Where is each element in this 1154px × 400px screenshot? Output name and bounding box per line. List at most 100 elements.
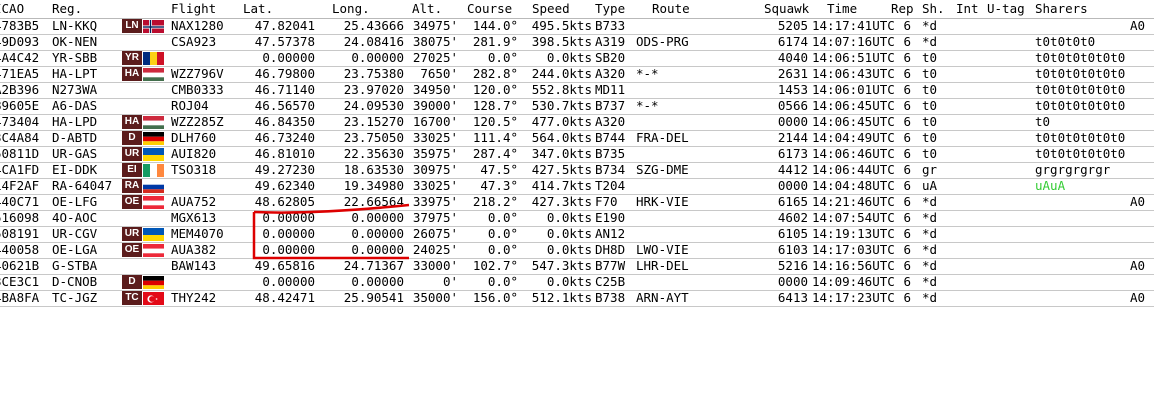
- cell-rep: 6: [903, 82, 911, 97]
- table-row[interactable]: 3CE3C1D-CNOB0.000000.000000'0.0°0.0ktsC2…: [0, 274, 1154, 291]
- table-row[interactable]: 49D093OK-NENCSA92347.5737824.0841638075'…: [0, 34, 1154, 51]
- cell-squawk: 0000: [777, 178, 808, 193]
- cell-reg: HA-LPT: [52, 66, 98, 81]
- cell-reg: D-ABTD: [52, 130, 98, 145]
- cell-course: 282.8°: [472, 66, 518, 81]
- cell-alt: 38075': [412, 34, 458, 49]
- cell-lat: 48.62805: [254, 194, 315, 209]
- cell-type: AN12: [595, 226, 626, 241]
- column-header-course[interactable]: Course: [467, 2, 512, 16]
- column-header-squawk[interactable]: Squawk: [764, 2, 809, 16]
- table-row[interactable]: 473404HA-LPDWZZ285Z46.8435023.1527016700…: [0, 114, 1154, 131]
- table-row[interactable]: 50811DUR-GASAUI82046.8101022.3563035975'…: [0, 146, 1154, 163]
- cell-type: A320: [595, 114, 626, 129]
- table-row[interactable]: 4A4C42YR-SBB0.000000.0000027025'0.0°0.0k…: [0, 50, 1154, 67]
- column-header-time[interactable]: Time: [827, 2, 857, 16]
- table-row[interactable]: 508191UR-CGVMEM40700.000000.0000026075'0…: [0, 226, 1154, 243]
- table-header: ICAO Reg. Flight Lat. Long. Alt. Course Speed Ty…: [0, 0, 1154, 19]
- country-code-badge: OE: [122, 195, 142, 209]
- cell-flight: DLH760: [171, 130, 217, 145]
- cell-type: B744: [595, 130, 626, 145]
- cell-reg: YR-SBB: [52, 50, 98, 65]
- table-row[interactable]: A2B396N273WACMB033346.7114023.9702034950…: [0, 82, 1154, 99]
- column-header-sharers[interactable]: Sharers: [1035, 2, 1088, 16]
- table-row[interactable]: 3C4A84D-ABTDDLH76046.7324023.7505033025'…: [0, 130, 1154, 147]
- cell-route: *-*: [636, 66, 659, 81]
- column-header-alt[interactable]: Alt.: [412, 2, 442, 16]
- hungary-flag-icon: [143, 115, 164, 129]
- cell-reg: UR-CGV: [52, 226, 98, 241]
- cell-time: 14:07:54UTC: [812, 210, 895, 225]
- table-row[interactable]: 4CA1FDEI-DDKTSO31849.2723018.6353030975'…: [0, 162, 1154, 179]
- cell-lon: 25.90541: [343, 290, 404, 305]
- column-header-speed[interactable]: Speed: [532, 2, 570, 16]
- cell-lat: 47.57378: [254, 34, 315, 49]
- cell-lat: 46.84350: [254, 114, 315, 129]
- cell-alt: 34975': [412, 18, 458, 33]
- table-row[interactable]: 4BA8FATC-JGZTHY24248.4247125.9054135000'…: [0, 290, 1154, 307]
- column-header-utag[interactable]: U-tag: [987, 2, 1025, 16]
- austria-flag-icon: [143, 243, 164, 257]
- table-row[interactable]: 440058OE-LGAAUA3820.000000.0000024025'0.…: [0, 242, 1154, 259]
- cell-squawk: 0566: [777, 98, 808, 113]
- cell-time: 14:17:03UTC: [812, 242, 895, 257]
- column-header-lon[interactable]: Long.: [332, 2, 370, 16]
- cell-course: 111.4°: [472, 130, 518, 145]
- table-row[interactable]: 14F2AFRA-6404749.6234019.3498033025'47.3…: [0, 178, 1154, 195]
- table-row[interactable]: 40621BG-STBABAW14349.6581624.7136733000'…: [0, 258, 1154, 275]
- cell-sh: *d: [922, 290, 938, 305]
- cell-course: 120.5°: [472, 114, 518, 129]
- cell-alt: 26075': [412, 226, 458, 241]
- cell-flight: THY242: [171, 290, 217, 305]
- cell-time: 14:17:41UTC: [812, 18, 895, 33]
- cell-reg: EI-DDK: [52, 162, 98, 177]
- cell-rep: 6: [903, 274, 911, 289]
- cell-lon: 19.34980: [343, 178, 404, 193]
- cell-course: 281.9°: [472, 34, 518, 49]
- cell-reg: HA-LPD: [52, 114, 98, 129]
- turkey-flag-icon: [143, 291, 164, 305]
- cell-type: B738: [595, 290, 626, 305]
- cell-sharers: t0t0t0t0t0t0: [1035, 98, 1126, 113]
- country-code-badge: D: [122, 131, 142, 145]
- column-header-sh[interactable]: Sh.: [922, 2, 945, 16]
- cell-route: LHR-DEL: [636, 258, 689, 273]
- cell-type: SB20: [595, 50, 626, 65]
- cell-flight: AUI820: [171, 146, 217, 161]
- cell-lat: 46.56570: [254, 98, 315, 113]
- table-row[interactable]: 440C71OE-LFGAUA75248.6280522.6656433975'…: [0, 194, 1154, 211]
- column-header-int[interactable]: Int: [956, 2, 979, 16]
- cell-rep: 6: [903, 50, 911, 65]
- cell-extra: A0: [1130, 290, 1146, 305]
- cell-course: 0.0°: [487, 242, 518, 257]
- column-header-lat[interactable]: Lat.: [243, 2, 273, 16]
- column-header-flight[interactable]: Flight: [171, 2, 216, 16]
- country-flag: OE: [122, 243, 164, 257]
- cell-flight: CSA923: [171, 34, 217, 49]
- cell-speed: 347.0kts: [531, 146, 592, 161]
- table-row[interactable]: 5160984O-AOCMGX6130.000000.0000037975'0.…: [0, 210, 1154, 227]
- cell-lon: 0.00000: [351, 242, 404, 257]
- column-header-route[interactable]: Route: [652, 2, 690, 16]
- column-header-type[interactable]: Type: [595, 2, 625, 16]
- cell-sh: uA: [922, 178, 938, 193]
- cell-rep: 6: [903, 258, 911, 273]
- column-header-reg[interactable]: Reg.: [52, 2, 82, 16]
- cell-rep: 6: [903, 242, 911, 257]
- cell-alt: 24025': [412, 242, 458, 257]
- cell-rep: 6: [903, 162, 911, 177]
- column-header-icao[interactable]: ICAO: [0, 2, 24, 16]
- cell-squawk: 4412: [777, 162, 808, 177]
- table-row[interactable]: 4783B5LN-KKQNAX128047.8204125.4366634975…: [0, 18, 1154, 35]
- cell-speed: 427.3kts: [531, 194, 592, 209]
- cell-course: 102.7°: [472, 258, 518, 273]
- cell-squawk: 0000: [777, 274, 808, 289]
- table-row[interactable]: 89605EA6-DASROJ0446.5657024.0953039000'1…: [0, 98, 1154, 115]
- cell-lon: 18.63530: [343, 162, 404, 177]
- cell-type: B735: [595, 146, 626, 161]
- column-header-rep[interactable]: Rep: [891, 2, 914, 16]
- cell-course: 0.0°: [487, 226, 518, 241]
- table-row[interactable]: 471EA5HA-LPTWZZ796V46.7980023.753807650'…: [0, 66, 1154, 83]
- cell-speed: 564.0kts: [531, 130, 592, 145]
- germany-flag-icon: [143, 275, 164, 289]
